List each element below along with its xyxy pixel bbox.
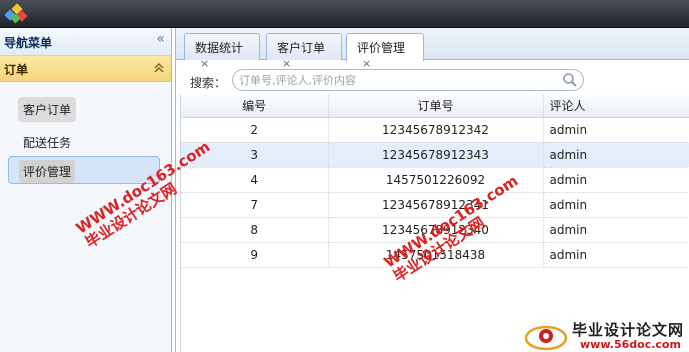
nav-group-orders[interactable]: 订单	[0, 56, 171, 82]
cell-order-no: 1457501226092	[328, 167, 544, 193]
tab-label: 评价管理	[357, 41, 406, 55]
sidebar-item-label: 客户订单	[23, 103, 72, 117]
double-chevron-left-icon[interactable]: «	[156, 31, 165, 47]
nav-sidebar: 导航菜单 « 订单 客户订单 配送任务 评价管理	[0, 28, 172, 352]
cell-id: 2	[181, 117, 329, 143]
sidebar-item-delivery-tasks[interactable]: 配送任务	[18, 130, 76, 155]
cell-reviewer: admin	[543, 167, 689, 193]
cell-id: 4	[181, 167, 329, 193]
sidebar-item-customer-orders[interactable]: 客户订单	[18, 97, 77, 122]
cell-order-no: 12345678912342	[328, 117, 544, 143]
brand-url: www.56doc.com	[580, 338, 681, 351]
cell-reviewer: admin	[543, 142, 689, 168]
main-panel: 数据统计× 客户订单× 评价管理× 搜索： 编号 订单号 评论人 2 12	[175, 28, 689, 352]
cell-order-no: 12345678912341	[328, 192, 544, 218]
watermark-brand: 毕业设计论文网 www.56doc.com	[522, 318, 689, 352]
cell-reviewer: admin	[543, 192, 689, 218]
nav-group-title: 订单	[4, 63, 29, 77]
tab-review-management[interactable]: 评价管理×	[346, 33, 424, 70]
app-logo-icon	[4, 3, 28, 24]
brand-title: 毕业设计论文网	[572, 321, 685, 339]
table-row[interactable]: 2 12345678912342 admin	[181, 117, 689, 143]
search-input[interactable]	[232, 69, 584, 91]
sidebar-item-label: 评价管理	[19, 160, 76, 183]
tab-label: 客户订单	[277, 41, 326, 55]
tab-label: 数据统计	[195, 41, 244, 55]
tab-data-statistics[interactable]: 数据统计 ×	[184, 33, 260, 70]
column-header-order-no[interactable]: 订单号	[328, 95, 544, 118]
column-header-id[interactable]: 编号	[181, 95, 329, 118]
search-label: 搜索：	[190, 76, 227, 90]
app-header	[0, 0, 689, 28]
table-row[interactable]: 4 1457501226092 admin	[181, 167, 689, 193]
cell-reviewer: admin	[543, 242, 689, 268]
cell-reviewer: admin	[543, 117, 689, 143]
table-row[interactable]: 8 12345678912340 admin	[181, 217, 689, 243]
cell-order-no: 1457501518438	[328, 242, 544, 268]
search-icon[interactable]	[562, 72, 578, 88]
tab-customer-orders[interactable]: 客户订单×	[266, 33, 342, 70]
double-chevron-up-icon[interactable]	[153, 59, 165, 78]
sidebar-header: 导航菜单 «	[0, 28, 171, 56]
close-icon[interactable]: ×	[200, 57, 209, 70]
cell-order-no: 12345678912340	[328, 217, 544, 243]
reviews-table: 编号 订单号 评论人 2 12345678912342 admin 3 1234…	[181, 95, 689, 268]
cell-id: 8	[181, 217, 329, 243]
sidebar-item-review-management[interactable]: 评价管理	[8, 156, 160, 184]
column-header-reviewer[interactable]: 评论人	[543, 95, 689, 118]
table-row[interactable]: 9 1457501518438 admin	[181, 242, 689, 268]
sidebar-title: 导航菜单	[4, 36, 53, 50]
brand-logo-icon	[524, 325, 568, 351]
cell-id: 9	[181, 242, 329, 268]
tab-bar: 数据统计 × 客户订单× 评价管理×	[176, 28, 689, 70]
cell-reviewer: admin	[543, 217, 689, 243]
table-row[interactable]: 3 12345678912343 admin	[181, 142, 689, 168]
cell-id: 3	[181, 142, 329, 168]
sidebar-item-label: 配送任务	[23, 136, 72, 150]
table-row[interactable]: 7 12345678912341 admin	[181, 192, 689, 218]
cell-order-no: 12345678912343	[328, 142, 544, 168]
cell-id: 7	[181, 192, 329, 218]
table-header-row: 编号 订单号 评论人	[181, 95, 689, 118]
